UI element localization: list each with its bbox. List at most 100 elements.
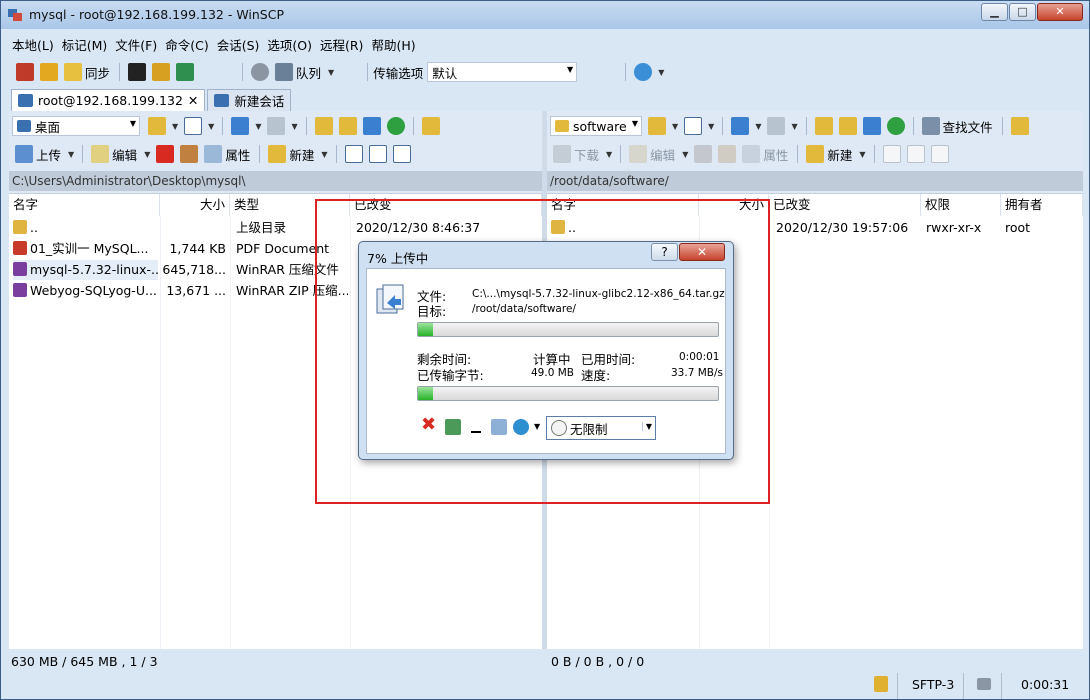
queue-icon[interactable] (275, 63, 294, 81)
queue-button[interactable]: 队列 (296, 63, 321, 82)
tab-new-session[interactable]: 新建会话 (207, 89, 292, 111)
cancel-transfer-icon[interactable]: ✖ (421, 416, 436, 434)
filter-select-icon[interactable] (930, 145, 949, 163)
chevron-down-icon[interactable]: ▼ (606, 150, 612, 159)
filter-icon[interactable] (684, 117, 703, 135)
minimize-button[interactable]: ▁ (981, 3, 1008, 21)
properties-icon[interactable] (742, 145, 761, 163)
find-files-icon[interactable] (921, 117, 940, 135)
transfer-options-select[interactable]: 默认 ▼ (427, 62, 578, 82)
minimize-dialog-icon[interactable] (471, 431, 481, 433)
forward-arrow-icon[interactable] (267, 117, 286, 135)
close-dialog-button[interactable]: ✕ (679, 243, 725, 261)
menu-session[interactable]: 会话(S) (214, 35, 263, 54)
tree-icon[interactable] (1010, 117, 1029, 135)
root-dir-icon[interactable] (338, 117, 357, 135)
delete-icon[interactable] (156, 145, 175, 163)
edit-button[interactable]: 编辑 (112, 145, 137, 164)
move-to-background-icon[interactable] (491, 419, 507, 435)
filter-icon[interactable] (184, 117, 203, 135)
refresh-icon[interactable] (886, 117, 905, 135)
maximize-button[interactable]: □ (1009, 3, 1036, 21)
chevron-down-icon[interactable]: ▼ (755, 122, 761, 131)
menu-file[interactable]: 文件(F) (112, 35, 160, 54)
back-arrow-icon[interactable] (231, 117, 250, 135)
chevron-down-icon[interactable]: ▼ (321, 150, 327, 159)
rename-icon[interactable] (718, 145, 737, 163)
remote-location-select[interactable]: software ▼ (550, 116, 642, 136)
chevron-down-icon[interactable]: ▼ (208, 122, 214, 131)
terminal-icon[interactable] (128, 63, 147, 81)
putty-icon[interactable] (152, 63, 171, 81)
open-folder-icon[interactable] (148, 117, 166, 135)
column-header-size[interactable]: 大小 (160, 194, 230, 216)
upload-icon[interactable] (15, 145, 33, 163)
unselect-icon[interactable] (906, 145, 925, 163)
once-done-dropdown-icon[interactable]: ▼ (534, 422, 540, 431)
refresh-icon[interactable] (386, 117, 405, 135)
parent-dir-icon[interactable] (314, 117, 333, 135)
download-icon[interactable] (553, 145, 571, 163)
queue-dropdown-icon[interactable]: ▼ (328, 68, 334, 77)
column-header-name[interactable]: 名字 (9, 194, 160, 216)
column-header-changed[interactable]: 已改变 (769, 194, 921, 216)
skip-file-icon[interactable] (445, 419, 461, 435)
chevron-down-icon[interactable]: ▼ (255, 122, 261, 131)
help-button[interactable]: ? (651, 243, 678, 261)
chevron-down-icon[interactable]: ▼ (172, 122, 178, 131)
download-button[interactable]: 下载 (574, 145, 599, 164)
tab-session-root[interactable]: root@192.168.199.132 ✕ (11, 89, 206, 111)
chevron-down-icon[interactable]: ▼ (859, 150, 865, 159)
upload-button[interactable]: 上传 (36, 145, 61, 164)
once-done-icon[interactable] (513, 419, 529, 435)
properties-button[interactable]: 属性 (763, 145, 788, 164)
sync-button[interactable]: 同步 (85, 63, 110, 82)
new-folder-icon[interactable] (806, 145, 825, 163)
close-window-button[interactable]: ✕ (1037, 3, 1083, 21)
compare-icon[interactable] (16, 63, 34, 81)
chevron-down-icon[interactable]: ▼ (144, 150, 150, 159)
new-folder-icon[interactable] (268, 145, 287, 163)
menu-mark[interactable]: 标记(M) (59, 35, 111, 54)
filter-select-icon[interactable] (392, 145, 411, 163)
parent-dir-icon[interactable] (814, 117, 833, 135)
menu-commands[interactable]: 命令(C) (162, 35, 211, 54)
chevron-down-icon[interactable]: ▼ (68, 150, 74, 159)
unselect-icon[interactable] (368, 145, 387, 163)
rename-icon[interactable] (180, 145, 199, 163)
edit-icon[interactable] (629, 145, 648, 163)
properties-button[interactable]: 属性 (225, 145, 250, 164)
select-all-icon[interactable] (882, 145, 901, 163)
new-button[interactable]: 新建 (827, 145, 852, 164)
back-arrow-icon[interactable] (731, 117, 750, 135)
new-button[interactable]: 新建 (289, 145, 314, 164)
preferences-globe-icon[interactable] (634, 63, 653, 81)
menu-local[interactable]: 本地(L) (9, 35, 57, 54)
gear-icon[interactable] (251, 63, 270, 81)
edit-button[interactable]: 编辑 (650, 145, 675, 164)
local-location-select[interactable]: 桌面 ▼ (12, 116, 140, 136)
home-icon[interactable] (862, 117, 881, 135)
chevron-down-icon[interactable]: ▼ (658, 68, 664, 77)
tree-icon[interactable] (421, 117, 440, 135)
tab-close-icon[interactable]: ✕ (188, 93, 198, 108)
properties-icon[interactable] (204, 145, 223, 163)
menu-help[interactable]: 帮助(H) (368, 35, 418, 54)
speed-limit-select[interactable]: 无限制 ▼ (546, 416, 656, 440)
synchronize-browse-icon[interactable] (40, 63, 58, 81)
menu-remote[interactable]: 远程(R) (317, 35, 366, 54)
chevron-down-icon[interactable]: ▼ (791, 122, 797, 131)
chevron-down-icon[interactable]: ▼ (672, 122, 678, 131)
chevron-down-icon[interactable]: ▼ (708, 122, 714, 131)
forward-arrow-icon[interactable] (767, 117, 786, 135)
column-header-rights[interactable]: 权限 (921, 194, 1001, 216)
menu-options[interactable]: 选项(O) (264, 35, 315, 54)
select-all-icon[interactable] (344, 145, 363, 163)
column-header-owner[interactable]: 拥有者 (1001, 194, 1083, 216)
find-files-button[interactable]: 查找文件 (943, 117, 993, 136)
chevron-down-icon[interactable]: ▼ (291, 122, 297, 131)
home-icon[interactable] (362, 117, 381, 135)
edit-icon[interactable] (91, 145, 110, 163)
refresh-session-icon[interactable] (176, 63, 195, 81)
root-dir-icon[interactable] (838, 117, 857, 135)
